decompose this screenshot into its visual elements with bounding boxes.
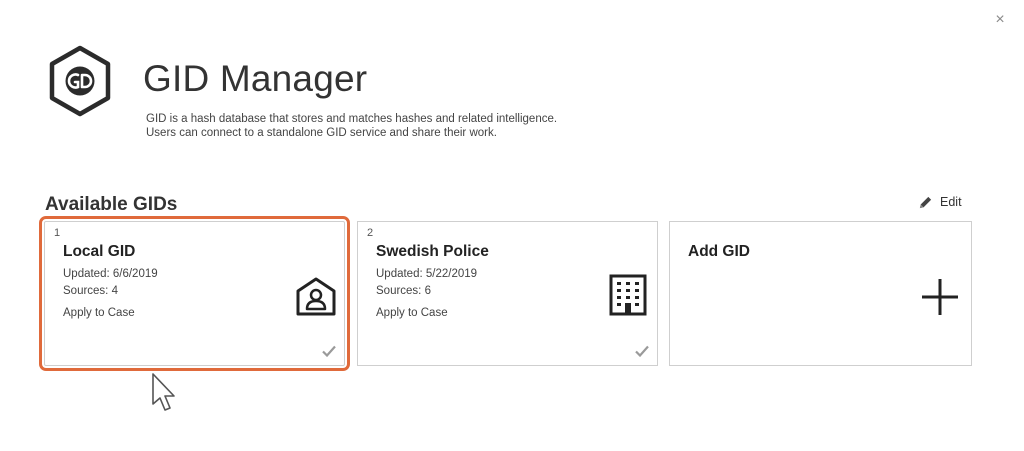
add-gid-card[interactable]: Add GID — [669, 221, 972, 366]
card-title: Local GID — [63, 243, 136, 260]
building-icon — [609, 274, 647, 316]
card-updated: Updated: 5/22/2019 — [376, 268, 478, 280]
edit-button[interactable]: Edit — [918, 193, 962, 211]
card-sources: Sources: 6 — [376, 285, 431, 297]
pencil-icon — [919, 196, 932, 208]
close-button[interactable]: × — [990, 10, 1010, 30]
home-user-icon — [296, 277, 336, 316]
page-title: GID Manager — [143, 58, 368, 99]
card-title: Add GID — [688, 243, 750, 260]
plus-icon — [922, 279, 958, 315]
gid-card-swedish-police[interactable]: 2 Swedish Police Updated: 5/22/2019 Sour… — [357, 221, 658, 366]
card-updated: Updated: 6/6/2019 — [63, 268, 158, 280]
check-icon — [635, 345, 649, 357]
check-icon — [322, 345, 336, 357]
card-title: Swedish Police — [376, 243, 489, 260]
card-sources: Sources: 4 — [63, 285, 118, 297]
card-number: 1 — [54, 227, 61, 239]
description-line-2: Users can connect to a standalone GID se… — [146, 127, 497, 139]
section-title: Available GIDs — [45, 194, 178, 215]
gid-card-local[interactable]: 1 Local GID Updated: 6/6/2019 Sources: 4… — [39, 216, 350, 371]
app-description: GID is a hash database that stores and m… — [146, 112, 557, 140]
edit-label: Edit — [940, 195, 962, 209]
card-number: 2 — [367, 227, 374, 239]
gid-logo-icon — [49, 45, 111, 117]
apply-to-case-link[interactable]: Apply to Case — [63, 307, 135, 319]
apply-to-case-link[interactable]: Apply to Case — [376, 307, 448, 319]
mouse-cursor-icon — [152, 373, 175, 411]
description-line-1: GID is a hash database that stores and m… — [146, 113, 558, 125]
